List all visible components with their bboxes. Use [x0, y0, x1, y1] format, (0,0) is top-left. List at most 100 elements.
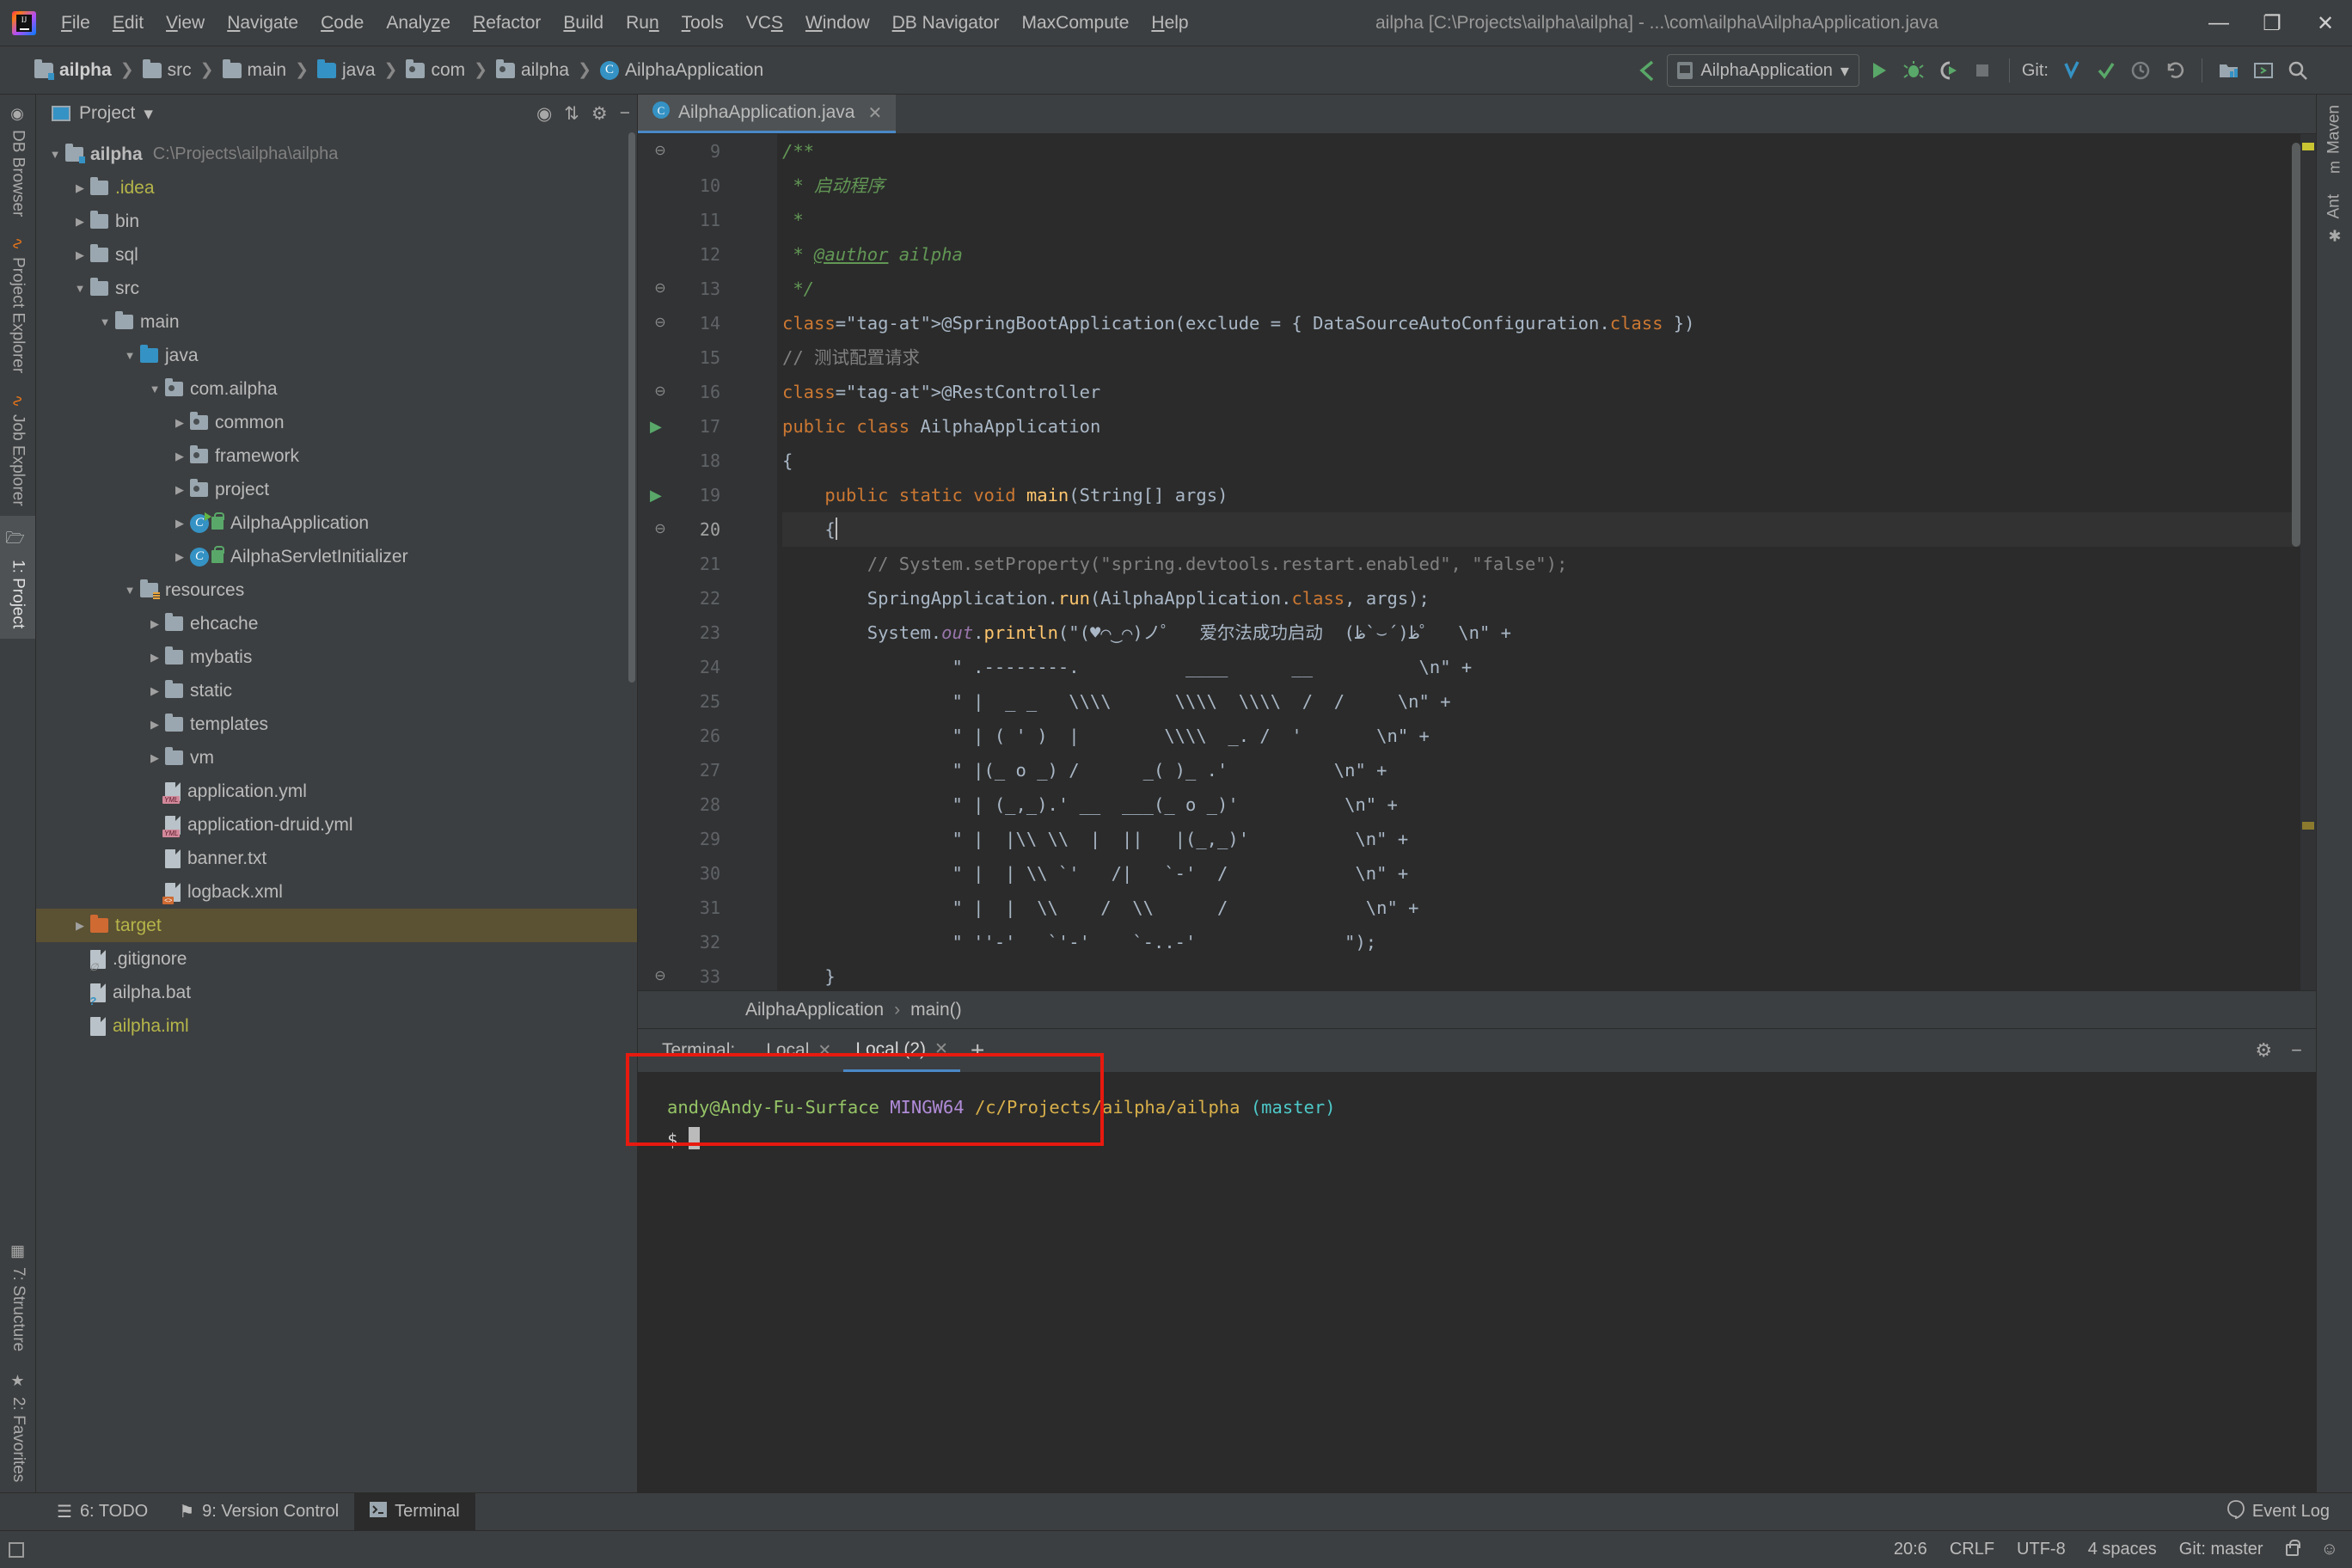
- sidebar-item-maven[interactable]: m Maven: [2317, 95, 2352, 184]
- code-fold-icon[interactable]: ⊖: [638, 306, 683, 340]
- breadcrumb-class[interactable]: AilphaApplication: [745, 1000, 884, 1020]
- code-line[interactable]: {: [782, 444, 2316, 478]
- menu-maxcompute[interactable]: MaxCompute: [1011, 9, 1141, 37]
- chevron-down-icon[interactable]: ▼: [70, 282, 90, 295]
- code-fold-icon[interactable]: ⊖: [638, 375, 683, 409]
- locate-icon[interactable]: ◉: [536, 103, 552, 125]
- code-line[interactable]: SpringApplication.run(AilphaApplication.…: [782, 581, 2316, 616]
- close-icon[interactable]: ✕: [934, 1039, 948, 1059]
- breadcrumb-method[interactable]: main(): [910, 1000, 962, 1020]
- warning-stripe[interactable]: [2302, 143, 2314, 150]
- chevron-right-icon[interactable]: ▶: [169, 450, 190, 463]
- code-line[interactable]: public static void main(String[] args): [782, 478, 2316, 512]
- close-button[interactable]: ✕: [2299, 0, 2352, 46]
- chevron-right-icon[interactable]: ▶: [144, 751, 165, 765]
- info-stripe[interactable]: [2302, 822, 2314, 830]
- code-line[interactable]: " | _ _ \\\\ \\\\ \\\\ / / \n" +: [782, 684, 2316, 719]
- code-line[interactable]: public class AilphaApplication: [782, 409, 2316, 444]
- tab-todo[interactable]: ☰ 6: TODO: [41, 1493, 163, 1531]
- code-fold-icon[interactable]: ⊖: [638, 959, 683, 990]
- chevron-down-icon[interactable]: ▼: [95, 315, 115, 328]
- menu-vcs[interactable]: VCS: [735, 9, 794, 37]
- line-separator[interactable]: CRLF: [1950, 1540, 1994, 1559]
- source-code[interactable]: /** * 启动程序 * * @author ailpha */class="t…: [777, 134, 2316, 990]
- run-with-coverage-button[interactable]: [1933, 53, 1963, 88]
- run-gutter-icon[interactable]: ▶: [650, 478, 662, 512]
- project-tree[interactable]: ▼ ailpha C:\Projects\ailpha\ailpha ▶ .idea ▶ b…: [36, 132, 637, 1492]
- glyph-margin[interactable]: ⊖ ⊖ ⊖ ⊖ ▶ ▶ ⊖ ⊖: [650, 134, 777, 990]
- file-encoding[interactable]: UTF-8: [2017, 1540, 2066, 1559]
- code-line[interactable]: * @author ailpha: [782, 237, 2316, 272]
- run-gutter-icon[interactable]: ▶: [650, 409, 662, 444]
- settings-gear-icon[interactable]: ⚙: [591, 103, 608, 125]
- sidebar-item-structure[interactable]: ▦ 7: Structure: [0, 1232, 36, 1362]
- breadcrumb-item-ailpha[interactable]: ailpha: [34, 58, 112, 81]
- tree-node--gitignore[interactable]: ▶∅.gitignore: [36, 942, 637, 976]
- code-line[interactable]: class="tag-at">@RestController: [782, 375, 2316, 409]
- sidebar-item-db-browser[interactable]: ◉ DB Browser: [0, 95, 35, 227]
- code-line[interactable]: " | | \\ / \\ / \n" +: [782, 891, 2316, 925]
- tree-node-resources[interactable]: ▼ resources: [36, 573, 637, 607]
- code-line[interactable]: *: [782, 203, 2316, 237]
- code-line[interactable]: {: [782, 512, 2316, 547]
- menu-code[interactable]: Code: [309, 9, 375, 37]
- debug-button[interactable]: [1899, 53, 1928, 88]
- code-line[interactable]: " ''-' `'-' `-..-' ");: [782, 925, 2316, 959]
- breadcrumb-item-com[interactable]: com: [406, 58, 465, 81]
- chevron-right-icon[interactable]: ▶: [169, 483, 190, 497]
- status-badge[interactable]: Git: master: [2179, 1540, 2263, 1559]
- chevron-right-icon[interactable]: ▶: [70, 215, 90, 229]
- git-history-button[interactable]: [2126, 53, 2155, 88]
- tree-node-sql[interactable]: ▶ sql: [36, 238, 637, 272]
- breadcrumb-item-ailpha[interactable]: ailpha: [496, 58, 569, 81]
- hide-icon[interactable]: −: [620, 103, 630, 124]
- collapse-all-icon[interactable]: ⇅: [564, 103, 579, 125]
- code-line[interactable]: " |(_ o _) / _( )_ .' \n" +: [782, 753, 2316, 787]
- code-line[interactable]: class="tag-at">@SpringBootApplication(ex…: [782, 306, 2316, 340]
- tree-node-java[interactable]: ▼ java: [36, 339, 637, 372]
- tree-node-com-ailpha[interactable]: ▼ com.ailpha: [36, 372, 637, 406]
- search-everywhere-button[interactable]: [2283, 53, 2312, 88]
- tree-node-ailpha-bat[interactable]: ▶?ailpha.bat: [36, 976, 637, 1009]
- menu-file[interactable]: File: [50, 9, 101, 37]
- error-stripe-margin[interactable]: [2300, 134, 2316, 990]
- menu-help[interactable]: Help: [1140, 9, 1199, 37]
- caret-position[interactable]: 20:6: [1894, 1540, 1927, 1559]
- menu-edit[interactable]: Edit: [101, 9, 155, 37]
- event-log-button[interactable]: Event Log: [2227, 1499, 2330, 1524]
- hide-icon[interactable]: −: [2291, 1039, 2302, 1062]
- sidebar-item-ant[interactable]: ✱ Ant: [2317, 184, 2352, 254]
- sidebar-item-favorites[interactable]: ★ 2: Favorites: [0, 1362, 36, 1492]
- tree-node-framework[interactable]: ▶ framework: [36, 439, 637, 473]
- code-line[interactable]: */: [782, 272, 2316, 306]
- sidebar-item-job-explorer[interactable]: ∿ Job Explorer: [0, 384, 35, 517]
- memory-indicator-icon[interactable]: [9, 1541, 24, 1558]
- code-line[interactable]: // System.setProperty("spring.devtools.r…: [782, 547, 2316, 581]
- chevron-right-icon[interactable]: ▶: [70, 919, 90, 933]
- code-line[interactable]: /**: [782, 134, 2316, 168]
- code-line[interactable]: " | (_,_).' __ ___(_ o _)' \n" +: [782, 787, 2316, 822]
- chevron-down-icon[interactable]: ▼: [144, 383, 165, 395]
- stop-button[interactable]: [1968, 53, 1997, 88]
- menu-db-navigator[interactable]: DB Navigator: [881, 9, 1011, 37]
- code-fold-icon[interactable]: ⊖: [638, 134, 683, 168]
- menu-navigate[interactable]: Navigate: [216, 9, 309, 37]
- breadcrumb-item-main[interactable]: main: [222, 58, 286, 81]
- code-line[interactable]: " .--------. ____ __ \n" +: [782, 650, 2316, 684]
- tree-node-ailpha-iml[interactable]: ▶ ailpha.iml: [36, 1009, 637, 1043]
- tree-node-ailphaapplication[interactable]: ▶ C AilphaApplication: [36, 506, 637, 540]
- tree-node-banner-txt[interactable]: ▶ banner.txt: [36, 842, 637, 875]
- hector-icon[interactable]: ☺: [2321, 1540, 2338, 1559]
- tree-node-ailphaservletinitializer[interactable]: ▶ C AilphaServletInitializer: [36, 540, 637, 573]
- menu-build[interactable]: Build: [552, 9, 615, 37]
- menu-window[interactable]: Window: [794, 9, 881, 37]
- code-line[interactable]: }: [782, 959, 2316, 990]
- restore-button[interactable]: ❐: [2245, 0, 2299, 46]
- menu-run[interactable]: Run: [615, 9, 671, 37]
- chevron-right-icon[interactable]: ▶: [144, 684, 165, 698]
- tree-node-mybatis[interactable]: ▶ mybatis: [36, 640, 637, 674]
- tree-node-bin[interactable]: ▶ bin: [36, 205, 637, 238]
- code-line[interactable]: " | |\\ \\ | || |(_,_)' \n" +: [782, 822, 2316, 856]
- back-arrow-icon[interactable]: [1632, 53, 1662, 88]
- menu-refactor[interactable]: Refactor: [462, 9, 552, 37]
